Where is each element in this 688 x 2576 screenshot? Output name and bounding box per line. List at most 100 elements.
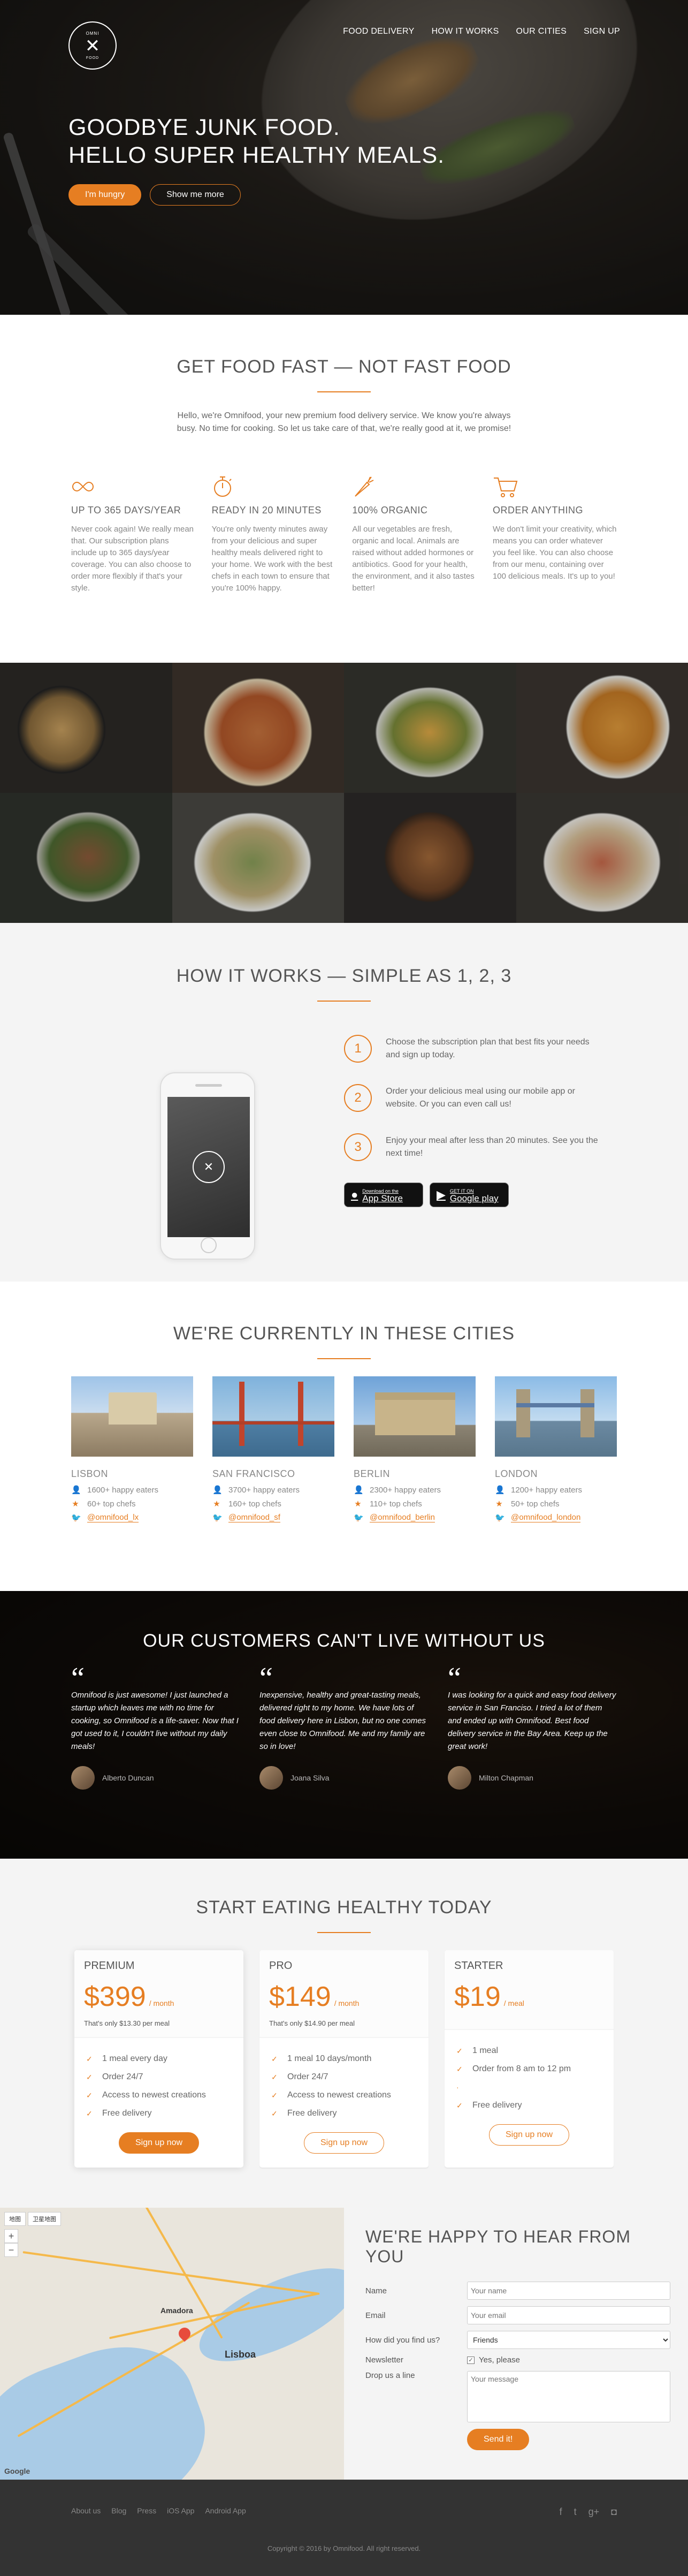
- check-icon: ✓: [456, 2060, 465, 2078]
- send-it-button[interactable]: Send it!: [467, 2429, 529, 2450]
- city-twitter-link[interactable]: @omnifood_berlin: [370, 1513, 435, 1522]
- plan-per-meal: That's only $13.30 per meal: [84, 2019, 234, 2027]
- meal-photo[interactable]: [0, 663, 172, 793]
- steps-grid: ✕ 1 Choose the subscription plan that be…: [71, 1019, 617, 1260]
- plans-title: START EATING HEALTHY TODAY: [71, 1897, 617, 1918]
- feature-text: Never cook again! We really mean that. O…: [71, 524, 195, 594]
- step-number: 3: [344, 1133, 372, 1161]
- starter-sign-up-button[interactable]: Sign up now: [489, 2124, 569, 2146]
- plan-name: STARTER: [454, 1960, 604, 1972]
- city-chefs: 60+ top chefs: [87, 1499, 135, 1509]
- meal-photo[interactable]: [0, 793, 172, 923]
- iphone-mockup: ✕: [160, 1072, 255, 1260]
- meal-photo[interactable]: [344, 663, 516, 793]
- map-type-map[interactable]: 地图: [4, 2212, 26, 2226]
- feature-item: 100% ORGANIC All our vegetables are fres…: [352, 471, 476, 594]
- twitter-icon: 🐦: [495, 1513, 503, 1522]
- instagram-icon[interactable]: ◘: [611, 2506, 617, 2517]
- premium-sign-up-button[interactable]: Sign up now: [119, 2132, 199, 2154]
- home-button: [201, 1237, 217, 1253]
- plan-period: / month: [149, 1999, 174, 2007]
- nav-sign-up[interactable]: SIGN UP: [584, 27, 620, 41]
- plan-period: / meal: [504, 1999, 524, 2007]
- hero-section: OMNI ✕ FOOD FOOD DELIVERY HOW IT WORKS O…: [0, 0, 688, 315]
- map-zoom-control: + −: [4, 2229, 18, 2257]
- nav-food-delivery[interactable]: FOOD DELIVERY: [343, 27, 414, 41]
- plan-features: ✓1 meal 10 days/month ✓Order 24/7 ✓Acces…: [259, 2038, 429, 2128]
- show-me-more-button[interactable]: Show me more: [150, 184, 241, 206]
- map-pin-icon[interactable]: [176, 2325, 193, 2342]
- message-field[interactable]: [467, 2371, 670, 2422]
- plan-price: $149: [269, 1981, 331, 2012]
- email-field[interactable]: [467, 2306, 670, 2324]
- zoom-in-icon[interactable]: +: [4, 2229, 18, 2243]
- testimonials-title: OUR CUSTOMERS CAN'T LIVE WITHOUT US: [71, 1631, 617, 1651]
- copyright: Copyright © 2016 by Omnifood. All right …: [71, 2544, 617, 2552]
- city-eaters: 1600+ happy eaters: [87, 1486, 158, 1495]
- hero-text-box: GOODBYE JUNK FOOD. HELLO SUPER HEALTHY M…: [68, 113, 445, 206]
- star-icon: ★: [212, 1499, 221, 1509]
- footer-link-ios[interactable]: iOS App: [167, 2506, 194, 2515]
- footer-link-android[interactable]: Android App: [205, 2506, 246, 2515]
- footer: About us Blog Press iOS App Android App …: [0, 2480, 688, 2576]
- step-text: Enjoy your meal after less than 20 minut…: [386, 1134, 605, 1160]
- map-type-satellite[interactable]: 卫星地图: [28, 2212, 61, 2226]
- hero-buttons: I'm hungry Show me more: [68, 184, 445, 206]
- hero-headline-line-1: GOODBYE JUNK FOOD.: [68, 115, 340, 140]
- meal-photo[interactable]: [516, 793, 688, 923]
- facebook-icon[interactable]: f: [560, 2506, 562, 2517]
- city-chefs: 50+ top chefs: [511, 1499, 559, 1509]
- twitter-icon: 🐦: [212, 1513, 221, 1522]
- check-icon: ✓: [86, 2050, 95, 2068]
- avatar: [448, 1766, 471, 1790]
- feature-text: You're only twenty minutes away from you…: [212, 524, 336, 594]
- feature-title: ORDER ANYTHING: [493, 505, 617, 516]
- feature-item: UP TO 365 DAYS/YEAR Never cook again! We…: [71, 471, 195, 594]
- plans-section: START EATING HEALTHY TODAY PREMIUM $399/…: [0, 1859, 688, 2208]
- city-card: BERLIN 👤2300+ happy eaters ★110+ top che…: [354, 1376, 476, 1527]
- meal-photo[interactable]: [344, 793, 516, 923]
- city-card: LONDON 👤1200+ happy eaters ★50+ top chef…: [495, 1376, 617, 1527]
- city-twitter-link[interactable]: @omnifood_sf: [228, 1513, 280, 1522]
- footer-link-blog[interactable]: Blog: [111, 2506, 126, 2515]
- meal-photo[interactable]: [172, 793, 345, 923]
- city-eaters: 3700+ happy eaters: [228, 1486, 300, 1495]
- twitter-icon[interactable]: t: [574, 2506, 577, 2517]
- nav-how-it-works[interactable]: HOW IT WORKS: [432, 27, 499, 41]
- meal-photo[interactable]: [516, 663, 688, 793]
- features-section: GET FOOD FAST — NOT FAST FOOD Hello, we'…: [0, 315, 688, 663]
- user-icon: 👤: [354, 1485, 362, 1495]
- nav-our-cities[interactable]: OUR CITIES: [516, 27, 567, 41]
- app-store-buttons: ● Download on the App Store ▶ GET IT ON …: [344, 1183, 617, 1207]
- newsletter-checkbox[interactable]: ✓: [467, 2357, 475, 2364]
- steps-title: HOW IT WORKS — SIMPLE AS 1, 2, 3: [71, 966, 617, 987]
- footer-nav: About us Blog Press iOS App Android App: [71, 2506, 246, 2518]
- name-field[interactable]: [467, 2282, 670, 2300]
- google-map[interactable]: Amadora Lisboa 地图 卫星地图 + − Google: [0, 2208, 344, 2480]
- omnifood-logo[interactable]: OMNI ✕ FOOD: [68, 21, 117, 70]
- googleplus-icon[interactable]: g+: [588, 2506, 600, 2517]
- city-name: LISBON: [71, 1468, 193, 1480]
- footer-link-about[interactable]: About us: [71, 2506, 101, 2515]
- testimonial: “ Omnifood is just awesome! I just launc…: [71, 1673, 240, 1790]
- message-label: Drop us a line: [365, 2371, 467, 2380]
- meal-photo[interactable]: [172, 663, 345, 793]
- find-us-label: How did you find us?: [365, 2336, 467, 2345]
- step-number: 1: [344, 1035, 372, 1063]
- pro-sign-up-button[interactable]: Sign up now: [304, 2132, 384, 2154]
- footer-link-press[interactable]: Press: [137, 2506, 156, 2515]
- city-grid: LISBON 👤 1600+ happy eaters ★ 60+ top chef…: [71, 1376, 617, 1527]
- check-icon: ✓: [271, 2068, 280, 2086]
- testimonial-text: I was looking for a quick and easy food …: [448, 1689, 617, 1753]
- features-grid: UP TO 365 DAYS/YEAR Never cook again! We…: [71, 471, 617, 594]
- city-chefs: 110+ top chefs: [370, 1499, 422, 1509]
- city-twitter-link[interactable]: @omnifood_lx: [87, 1513, 139, 1522]
- step-item: 2 Order your delicious meal using our mo…: [344, 1084, 617, 1112]
- plan-price: $399: [84, 1981, 146, 2012]
- zoom-out-icon[interactable]: −: [4, 2243, 18, 2257]
- app-store-button[interactable]: ● Download on the App Store: [344, 1183, 423, 1207]
- find-us-select[interactable]: Friends: [467, 2331, 670, 2349]
- im-hungry-button[interactable]: I'm hungry: [68, 184, 141, 206]
- city-twitter-link[interactable]: @omnifood_london: [511, 1513, 580, 1522]
- google-play-button[interactable]: ▶ GET IT ON Google play: [430, 1183, 509, 1207]
